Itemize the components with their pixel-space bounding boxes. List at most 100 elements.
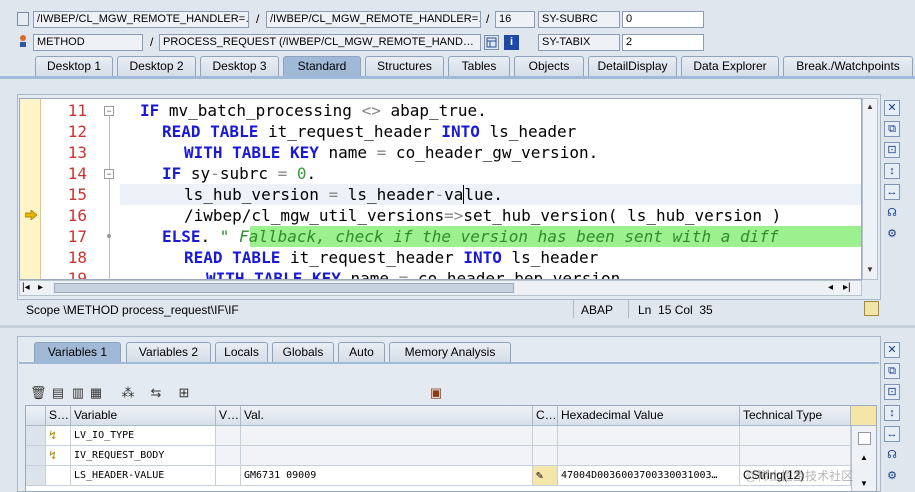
save-layout-icon[interactable]: ▥ [70,385,86,401]
tab-memory-analysis[interactable]: Memory Analysis [389,342,511,362]
row-selector[interactable] [26,426,46,446]
row-checkbox[interactable] [858,432,871,445]
row-selector[interactable] [26,446,46,466]
var-value-field-2[interactable]: 2 [622,34,704,51]
scroll-left-icon[interactable]: |◂ [22,282,30,293]
breakpoint-gutter[interactable] [20,99,41,279]
headset-icon[interactable]: ☊ [884,448,900,464]
scroll-left-icon[interactable]: ◂ [828,282,833,293]
column-settings-icon[interactable] [851,406,876,426]
code-line: WITH TABLE KEY name = co_header_bep_vers… [206,269,630,280]
line-number: 12 [67,122,87,141]
editor-vscrollbar[interactable]: ▲ ▼ [862,98,878,280]
close-icon[interactable]: ✕ [884,100,900,116]
watermark: @稀土掘金技术社区 [745,469,854,483]
hscroll-thumb[interactable] [54,283,514,293]
line-number: 14 [67,164,87,183]
table-row[interactable]: LV_IO_TYPE [71,426,216,446]
line-number: 16 [67,206,87,225]
program-field[interactable]: /IWBEP/CL_MGW_REMOTE_HANDLER=… [33,11,249,28]
scroll-right-icon[interactable]: ▸| [843,282,851,293]
line-number: 19 [67,269,87,280]
tab-data-explorer[interactable]: Data Explorer [681,56,779,76]
new-tool-icon[interactable]: ⧉ [884,363,900,379]
editor-hscrollbar[interactable]: |◂ ▸ ◂ ▸| [19,280,862,296]
column-header-variable[interactable]: Variable [71,406,216,426]
maximize-icon[interactable]: ⊡ [884,384,900,400]
table-cell[interactable] [241,446,533,466]
method-name-field[interactable]: PROCESS_REQUEST (/IWBEP/CL_MGW_REMOTE_HA… [159,34,481,51]
resize-vertical-icon[interactable]: ↕ [884,163,900,179]
line-field[interactable]: 16 [495,11,535,28]
resize-vertical-icon[interactable]: ↕ [884,405,900,421]
fold-toggle-icon[interactable]: − [104,106,114,116]
row-selector[interactable] [26,466,46,486]
tab-tables[interactable]: Tables [448,56,510,76]
edit-value-icon[interactable]: ✎ [533,466,558,486]
table-row[interactable]: IV_REQUEST_BODY [71,446,216,466]
tab-variables-2[interactable]: Variables 2 [126,342,211,362]
tab-breakpoints[interactable]: Break./Watchpoints [783,56,913,76]
scroll-down-icon[interactable]: ▼ [860,479,868,488]
var-name-field-2[interactable]: SY-TABIX [538,34,620,51]
load-layout-icon[interactable]: ▦ [88,385,104,401]
var-value-field[interactable]: 0 [622,11,704,28]
close-icon[interactable]: ✕ [884,342,900,358]
new-tool-icon[interactable]: ⧉ [884,121,900,137]
code-line: ELSE. " Fallback, check if the version h… [162,227,779,246]
column-header-change[interactable]: C… [533,406,558,426]
scroll-up-icon[interactable]: ▲ [860,453,868,462]
resize-horizontal-icon[interactable]: ↔ [884,184,900,200]
tab-structures[interactable]: Structures [365,56,444,76]
scroll-right-icon[interactable]: ▸ [38,282,43,293]
services-icon[interactable]: ⚙ [884,469,900,485]
insert-row-icon[interactable]: ▤ [50,385,66,401]
change-var-icon[interactable]: ↯ [46,426,71,446]
grid-vscrollbar[interactable]: ▲ ▼ [851,426,876,491]
scroll-up-icon[interactable]: ▲ [866,102,874,111]
include-field[interactable]: /IWBEP/CL_MGW_REMOTE_HANDLER=… [266,11,481,28]
fold-dot [107,234,111,238]
table-icon[interactable]: ⊞ [176,385,192,401]
headset-icon[interactable]: ☊ [884,206,900,222]
method-kind-field[interactable]: METHOD [33,34,143,51]
table-row[interactable]: LS_HEADER-VALUE [71,466,216,486]
table-cell: 47004D0036003700330031003… [558,466,740,486]
resize-horizontal-icon[interactable]: ↔ [884,426,900,442]
column-header-hex[interactable]: Hexadecimal Value [558,406,740,426]
table-cell[interactable] [241,426,533,446]
change-var-icon[interactable]: ↯ [46,446,71,466]
tab-detaildisplay[interactable]: DetailDisplay [588,56,677,76]
tab-desktop-1[interactable]: Desktop 1 [35,56,113,76]
info-icon[interactable]: i [504,35,519,50]
maximize-icon[interactable]: ⊡ [884,142,900,158]
tab-variables-1[interactable]: Variables 1 [34,342,121,362]
tab-auto[interactable]: Auto [338,342,385,362]
panel-splitter[interactable] [0,325,915,328]
tab-desktop-2[interactable]: Desktop 2 [117,56,196,76]
tab-locals[interactable]: Locals [215,342,268,362]
display-object-icon[interactable] [484,35,499,50]
fold-toggle-icon[interactable]: − [104,169,114,179]
column-header-status[interactable]: S… [46,406,71,426]
var-name-field[interactable]: SY-SUBRC [538,11,620,28]
tab-desktop-3[interactable]: Desktop 3 [200,56,279,76]
tab-standard[interactable]: Standard [283,56,361,76]
column-header-value[interactable]: Val. [241,406,533,426]
code-editor[interactable]: 11 12 13 14 15 16 17 18 19 − − IF mv_bat… [19,98,862,280]
hierarchy-icon[interactable]: ⁂ [120,385,136,401]
transfer-icon[interactable]: ⇆ [148,385,164,401]
delete-icon[interactable]: 🗑 [30,385,47,401]
services-icon[interactable]: ⚙ [884,227,900,243]
line-number: 15 [67,185,87,204]
separator: / [486,12,490,26]
fold-line [109,179,110,279]
tab-objects[interactable]: Objects [514,56,584,76]
column-header-v[interactable]: V… [216,406,241,426]
editor-settings-icon[interactable] [864,301,879,316]
tab-globals[interactable]: Globals [272,342,334,362]
scroll-down-icon[interactable]: ▼ [866,265,874,274]
column-header-type[interactable]: Technical Type [740,406,851,426]
save-icon[interactable]: ▣ [428,385,444,401]
table-cell[interactable]: GM6731 09009 [241,466,533,486]
